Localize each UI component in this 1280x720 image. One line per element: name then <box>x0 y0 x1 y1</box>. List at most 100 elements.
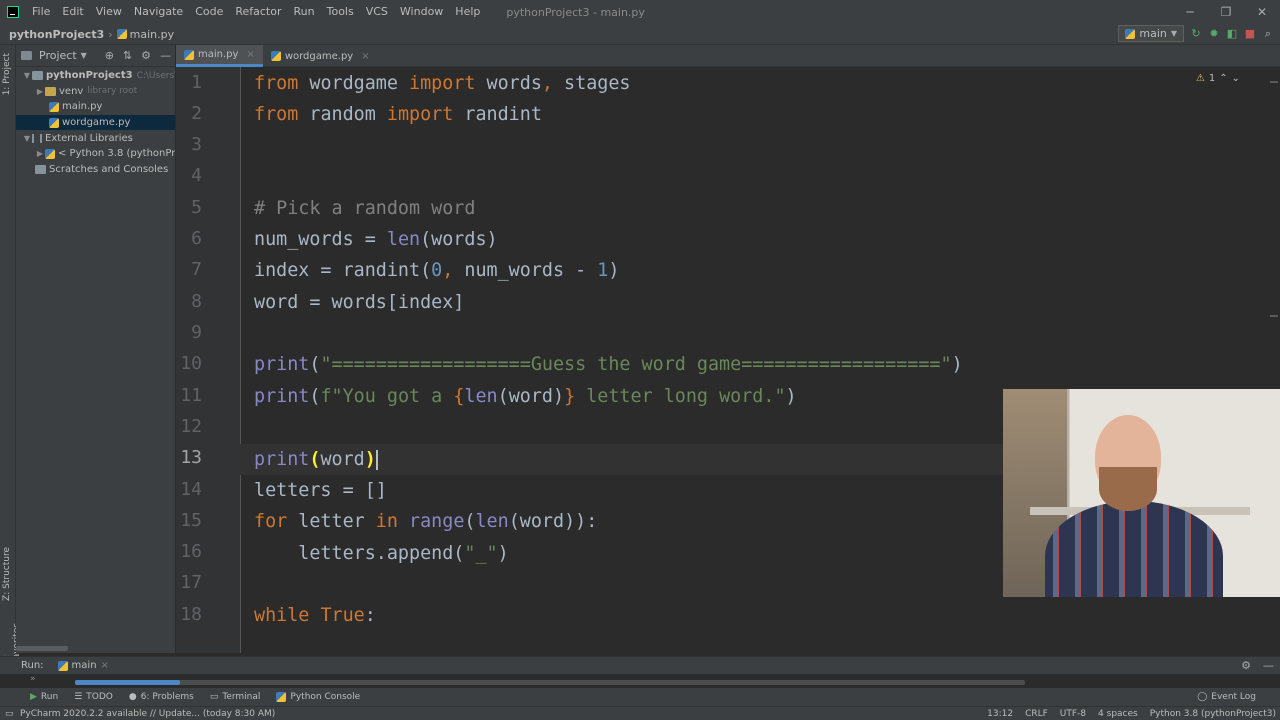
breadcrumb-separator: › <box>108 27 113 41</box>
line-number: 15 <box>180 510 202 531</box>
menu-code[interactable]: Code <box>189 0 229 24</box>
event-log-button[interactable]: ◯ Event Log <box>1197 692 1256 702</box>
warning-icon: ⚠ <box>1195 73 1205 84</box>
window-controls: ─ ❐ ✕ <box>1172 0 1280 24</box>
run-progress-row: » <box>0 674 1280 688</box>
menu-vcs[interactable]: VCS <box>360 0 394 24</box>
status-message[interactable]: PyCharm 2020.2.2 available // Update... … <box>20 709 275 719</box>
menu-file[interactable]: File <box>26 0 56 24</box>
python-file-icon <box>270 51 281 61</box>
scrollbar-marker[interactable] <box>1270 315 1278 317</box>
gear-icon[interactable]: ⚙ <box>141 49 151 62</box>
close-tab-icon[interactable]: × <box>101 660 109 671</box>
menu-refactor[interactable]: Refactor <box>229 0 287 24</box>
tree-item-scratches[interactable]: Scratches and Consoles <box>16 162 175 178</box>
stop-icon[interactable]: ■ <box>1244 27 1256 40</box>
line-number: 12 <box>180 416 202 437</box>
tree-item-project-root[interactable]: ▼ pythonProject3 C:\Users\gjerm <box>16 68 175 84</box>
close-icon[interactable]: ✕ <box>1244 0 1280 24</box>
chevron-up-icon[interactable]: ⌃ <box>1219 73 1227 84</box>
status-encoding[interactable]: UTF-8 <box>1060 709 1086 719</box>
locate-file-icon[interactable]: ⊕ <box>105 49 114 62</box>
project-panel-title[interactable]: Project <box>39 49 77 62</box>
tool-tab-run[interactable]: ▶ Run <box>22 692 66 702</box>
tool-tab-problems[interactable]: ● 6: Problems <box>121 692 202 702</box>
scrollbar-marker[interactable] <box>1270 81 1278 83</box>
menu-tools[interactable]: Tools <box>321 0 360 24</box>
run-icon: ▶ <box>30 692 37 702</box>
chevron-down-icon[interactable]: ⌄ <box>1232 73 1240 84</box>
todo-icon: ☰ <box>74 692 83 702</box>
menu-help[interactable]: Help <box>449 0 486 24</box>
window-title: pythonProject3 - main.py <box>506 5 645 19</box>
chevron-right-icon[interactable]: ▶ <box>35 87 45 96</box>
chevron-down-icon[interactable]: ▼ <box>22 134 32 143</box>
code-line-13: print(word) <box>254 449 378 470</box>
minimize-icon[interactable]: ─ <box>1172 0 1208 24</box>
menu-window[interactable]: Window <box>394 0 449 24</box>
code-line-14: letters = [] <box>254 480 387 501</box>
gear-icon[interactable]: ⚙ <box>1241 659 1251 672</box>
tool-tab-todo[interactable]: ☰ TODO <box>66 692 121 702</box>
chevron-down-icon: ▼ <box>1170 29 1177 38</box>
code-line-1: from wordgame import words, stages <box>254 73 631 94</box>
tree-label: wordgame.py <box>62 117 131 129</box>
status-indent[interactable]: 4 spaces <box>1098 709 1138 719</box>
tab-wordgame-py[interactable]: wordgame.py × <box>263 45 378 67</box>
left-tool-stripe: 1: Project Z: Structure 2: Favorites <box>0 45 22 664</box>
breadcrumb-project[interactable]: pythonProject3 <box>0 28 104 41</box>
tab-main-py[interactable]: main.py × <box>176 45 263 67</box>
chevron-right-icon[interactable]: ▶ <box>35 149 45 158</box>
line-number: 2 <box>191 103 202 124</box>
tool-tab-label: 6: Problems <box>140 692 194 702</box>
tree-label: Scratches and Consoles <box>49 163 169 175</box>
tree-item-python-sdk[interactable]: ▶ < Python 3.8 (pythonProject3 <box>16 146 175 162</box>
hide-panel-icon[interactable]: — <box>160 49 171 62</box>
run-config-label: main <box>1139 27 1167 40</box>
hide-panel-icon[interactable]: — <box>1263 659 1274 672</box>
status-toggle-icon[interactable]: ▭ <box>5 709 14 719</box>
structure-tool-button[interactable]: Z: Structure <box>2 547 12 601</box>
status-line-separator[interactable]: CRLF <box>1025 709 1048 719</box>
coverage-icon[interactable]: ◧ <box>1226 27 1238 40</box>
code-line-18: while True: <box>254 605 376 626</box>
tool-tab-terminal[interactable]: ▭ Terminal <box>202 692 269 702</box>
search-everywhere-icon[interactable]: ⌕ <box>1262 27 1274 40</box>
menu-bar: File Edit View Navigate Code Refactor Ru… <box>0 0 1280 24</box>
rerun-icon[interactable]: ↻ <box>1190 27 1202 40</box>
tool-tab-python-console[interactable]: Python Console <box>268 692 368 702</box>
gutter-separator <box>240 67 241 653</box>
status-interpreter[interactable]: Python 3.8 (pythonProject3) <box>1150 709 1276 719</box>
line-number: 14 <box>180 479 202 500</box>
collapse-all-icon[interactable]: ⇅ <box>123 49 132 62</box>
scroll-to-end-icon[interactable]: » <box>30 674 36 684</box>
line-number: 5 <box>191 197 202 218</box>
horizontal-scrollbar[interactable] <box>16 646 68 651</box>
debug-icon[interactable]: ✹ <box>1208 27 1220 40</box>
code-line-6: num_words = len(words) <box>254 229 498 250</box>
tree-item-venv[interactable]: ▶ venv library root <box>16 84 175 100</box>
python-config-icon <box>1125 28 1136 39</box>
run-tab-main[interactable]: main × <box>57 660 109 671</box>
project-tool-button[interactable]: 1: Project <box>2 53 12 95</box>
menu-navigate[interactable]: Navigate <box>128 0 189 24</box>
tree-item-external-libraries[interactable]: ▼ External Libraries <box>16 130 175 146</box>
tree-item-main-py[interactable]: main.py <box>16 99 175 115</box>
run-config-selector[interactable]: main ▼ <box>1118 25 1184 42</box>
menu-view[interactable]: View <box>90 0 128 24</box>
menu-run[interactable]: Run <box>288 0 321 24</box>
chevron-down-icon[interactable]: ▼ <box>22 71 32 80</box>
close-tab-icon[interactable]: × <box>361 51 369 62</box>
tree-label: venv <box>59 85 84 97</box>
menu-edit[interactable]: Edit <box>56 0 89 24</box>
breadcrumb-file[interactable]: main.py <box>116 28 174 41</box>
line-number: 17 <box>180 572 202 593</box>
chevron-down-icon[interactable]: ▼ <box>81 51 87 60</box>
close-tab-icon[interactable]: × <box>246 49 254 60</box>
restore-icon[interactable]: ❐ <box>1208 0 1244 24</box>
folder-icon <box>32 71 43 81</box>
tree-item-wordgame-py[interactable]: wordgame.py <box>16 114 175 131</box>
code-line-15: for letter in range(len(word)): <box>254 511 598 532</box>
inspection-indicator[interactable]: ⚠ 1 ⌃ ⌄ <box>1196 73 1240 84</box>
status-caret-position[interactable]: 13:12 <box>987 709 1013 719</box>
